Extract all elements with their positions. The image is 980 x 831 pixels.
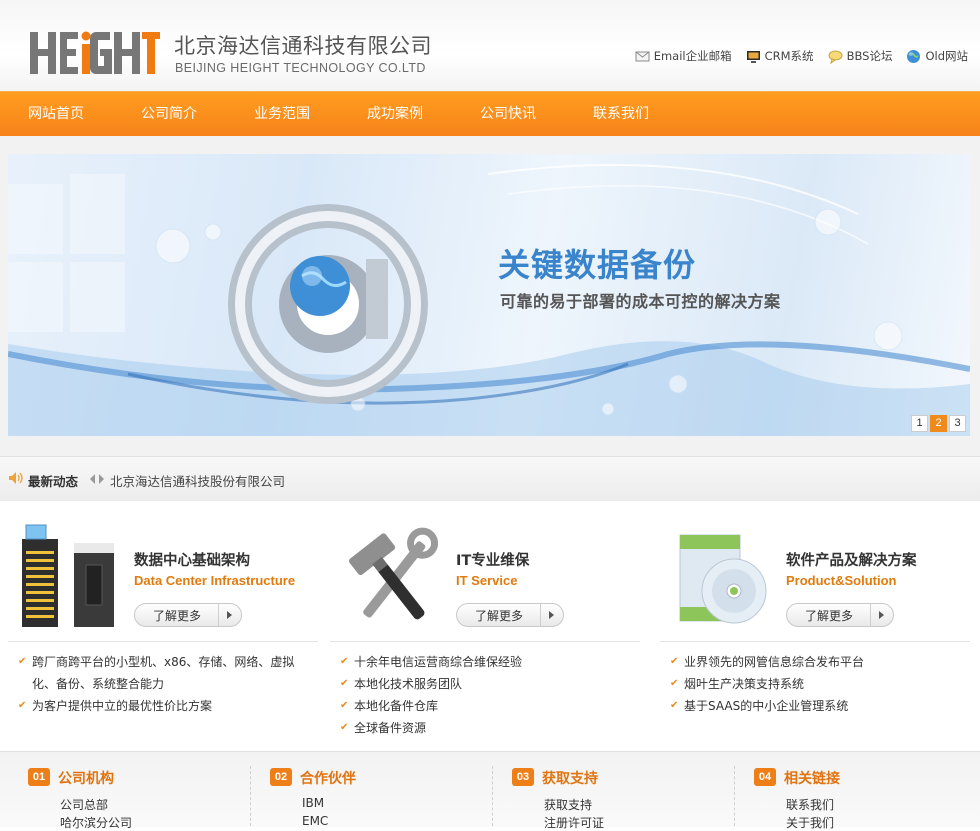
server-rack-icon — [22, 524, 114, 627]
old-site-link-label: Old网站 — [925, 49, 968, 63]
company-name-cn: 北京海达信通科技有限公司 — [174, 34, 432, 58]
old-site-link[interactable]: Old网站 — [906, 48, 968, 64]
footer-links: 01 公司机构 公司总部 哈尔滨分公司 02 合作伙伴 IBM EMC 03 获… — [0, 751, 980, 830]
list-item: 本地化备件仓库 — [340, 695, 640, 717]
scroll-arrows-icon[interactable] — [90, 474, 104, 484]
nav-news[interactable]: 公司快讯 — [480, 92, 536, 137]
service-title: IT专业维保 — [456, 553, 530, 569]
learn-more-button[interactable]: 了解更多 — [456, 603, 564, 627]
bbs-link[interactable]: BBS论坛 — [828, 48, 893, 64]
banner-title: 关键数据备份 — [498, 246, 697, 284]
footer-number-badge: 03 — [512, 768, 534, 786]
footer-number-badge: 04 — [754, 768, 776, 786]
footer-divider — [492, 766, 494, 826]
nav-contact[interactable]: 联系我们 — [593, 92, 649, 137]
divider — [8, 641, 318, 642]
crm-link[interactable]: CRM系统 — [746, 48, 814, 64]
list-item: 跨厂商跨平台的小型机、x86、存储、网络、虚拟化、备份、系统整合能力 — [18, 651, 318, 695]
company-name-en: BEIJING HEIGHT TECHNOLOGY CO.LTD — [175, 61, 426, 75]
footer-link[interactable]: 哈尔滨分公司 — [60, 814, 132, 831]
list-item: 业界领先的网管信息综合发布平台 — [670, 651, 970, 673]
service-features: 十余年电信运营商综合维保经验 本地化技术服务团队 本地化备件仓库 全球备件资源 — [340, 651, 640, 739]
nav-cases[interactable]: 成功案例 — [367, 92, 423, 137]
footer-col-title: 合作伙伴 — [300, 771, 356, 787]
banner-slide[interactable]: 关键数据备份 可靠的易于部署的成本可控的解决方案 1 2 3 — [8, 154, 970, 436]
banner-subtitle: 可靠的易于部署的成本可控的解决方案 — [500, 292, 781, 311]
footer-number-badge: 02 — [270, 768, 292, 786]
services-section: 数据中心基础架构 Data Center Infrastructure 了解更多… — [0, 501, 980, 751]
service-features: 跨厂商跨平台的小型机、x86、存储、网络、虚拟化、备份、系统整合能力 为客户提供… — [18, 651, 318, 717]
footer-link[interactable]: 公司总部 — [60, 796, 108, 813]
footer-divider — [250, 766, 252, 826]
footer-link[interactable]: 获取支持 — [544, 796, 592, 813]
service-datacenter: 数据中心基础架构 Data Center Infrastructure 了解更多… — [8, 501, 318, 751]
learn-more-button[interactable]: 了解更多 — [786, 603, 894, 627]
crm-link-label: CRM系统 — [764, 49, 814, 63]
top-links: Email企业邮箱 CRM系统 BBS论坛 Old网站 — [635, 48, 968, 64]
service-title: 数据中心基础架构 — [134, 553, 250, 569]
software-box-icon — [679, 534, 767, 624]
latest-news-bar: 最新动态 北京海达信通科技股份有限公司 — [0, 456, 980, 502]
service-title-en: Data Center Infrastructure — [134, 573, 296, 588]
footer-link[interactable]: 注册许可证 — [544, 814, 604, 831]
email-link-label: Email企业邮箱 — [653, 49, 732, 63]
list-item: 本地化技术服务团队 — [340, 673, 640, 695]
learn-more-label: 了解更多 — [153, 609, 202, 623]
bbs-link-label: BBS论坛 — [846, 49, 893, 63]
arrow-right-icon — [540, 604, 563, 626]
banner-section: 关键数据备份 可靠的易于部署的成本可控的解决方案 1 2 3 — [0, 136, 980, 456]
list-item: 为客户提供中立的最优性价比方案 — [18, 695, 318, 717]
chat-bubble-icon — [828, 50, 843, 64]
news-label: 最新动态 — [28, 474, 79, 489]
site-header: 北京海达信通科技有限公司 BEIJING HEIGHT TECHNOLOGY C… — [0, 0, 980, 91]
footer-link[interactable]: 关于我们 — [786, 814, 834, 831]
footer-col-title: 相关链接 — [784, 771, 840, 787]
banner-page-3[interactable]: 3 — [949, 415, 966, 432]
divider — [660, 641, 970, 642]
arrow-right-icon — [218, 604, 241, 626]
news-headline[interactable]: 北京海达信通科技股份有限公司 — [110, 471, 285, 490]
divider — [330, 641, 640, 642]
banner-artwork — [8, 164, 970, 436]
banner-page-2[interactable]: 2 — [930, 415, 947, 432]
globe-icon — [907, 49, 921, 63]
learn-more-label: 了解更多 — [805, 609, 854, 623]
footer-col-title: 公司机构 — [58, 771, 114, 787]
learn-more-label: 了解更多 — [475, 609, 524, 623]
service-features: 业界领先的网管信息综合发布平台 烟叶生产决策支持系统 基于SAAS的中小企业管理… — [670, 651, 970, 717]
service-software: 软件产品及解决方案 Product&Solution 了解更多 业界领先的网管信… — [660, 501, 970, 751]
footer-link[interactable]: 联系我们 — [786, 796, 834, 813]
email-link[interactable]: Email企业邮箱 — [635, 48, 732, 64]
list-item: 基于SAAS的中小企业管理系统 — [670, 695, 970, 717]
footer-divider — [734, 766, 736, 826]
nav-about[interactable]: 公司简介 — [141, 92, 197, 137]
speaker-icon — [9, 472, 23, 484]
service-title: 软件产品及解决方案 — [786, 553, 917, 569]
service-it: IT专业维保 IT Service 了解更多 十余年电信运营商综合维保经验 本地… — [330, 501, 640, 751]
footer-col-title: 获取支持 — [542, 771, 598, 787]
learn-more-button[interactable]: 了解更多 — [134, 603, 242, 627]
service-title-en: IT Service — [456, 573, 518, 588]
nav-business[interactable]: 业务范围 — [254, 92, 310, 137]
monitor-icon — [746, 50, 760, 63]
main-nav: 网站首页 公司简介 业务范围 成功案例 公司快讯 联系我们 — [0, 91, 980, 137]
nav-home[interactable]: 网站首页 — [28, 92, 84, 137]
banner-pager: 1 2 3 — [911, 415, 966, 432]
mail-icon — [635, 51, 650, 61]
list-item: 十余年电信运营商综合维保经验 — [340, 651, 640, 673]
list-item: 全球备件资源 — [340, 717, 640, 739]
banner-page-1[interactable]: 1 — [911, 415, 928, 432]
hammer-wrench-icon — [348, 527, 439, 620]
list-item: 烟叶生产决策支持系统 — [670, 673, 970, 695]
footer-link[interactable]: IBM — [302, 796, 324, 810]
service-title-en: Product&Solution — [786, 573, 897, 588]
arrow-right-icon — [870, 604, 893, 626]
height-logo[interactable] — [30, 30, 160, 76]
footer-number-badge: 01 — [28, 768, 50, 786]
